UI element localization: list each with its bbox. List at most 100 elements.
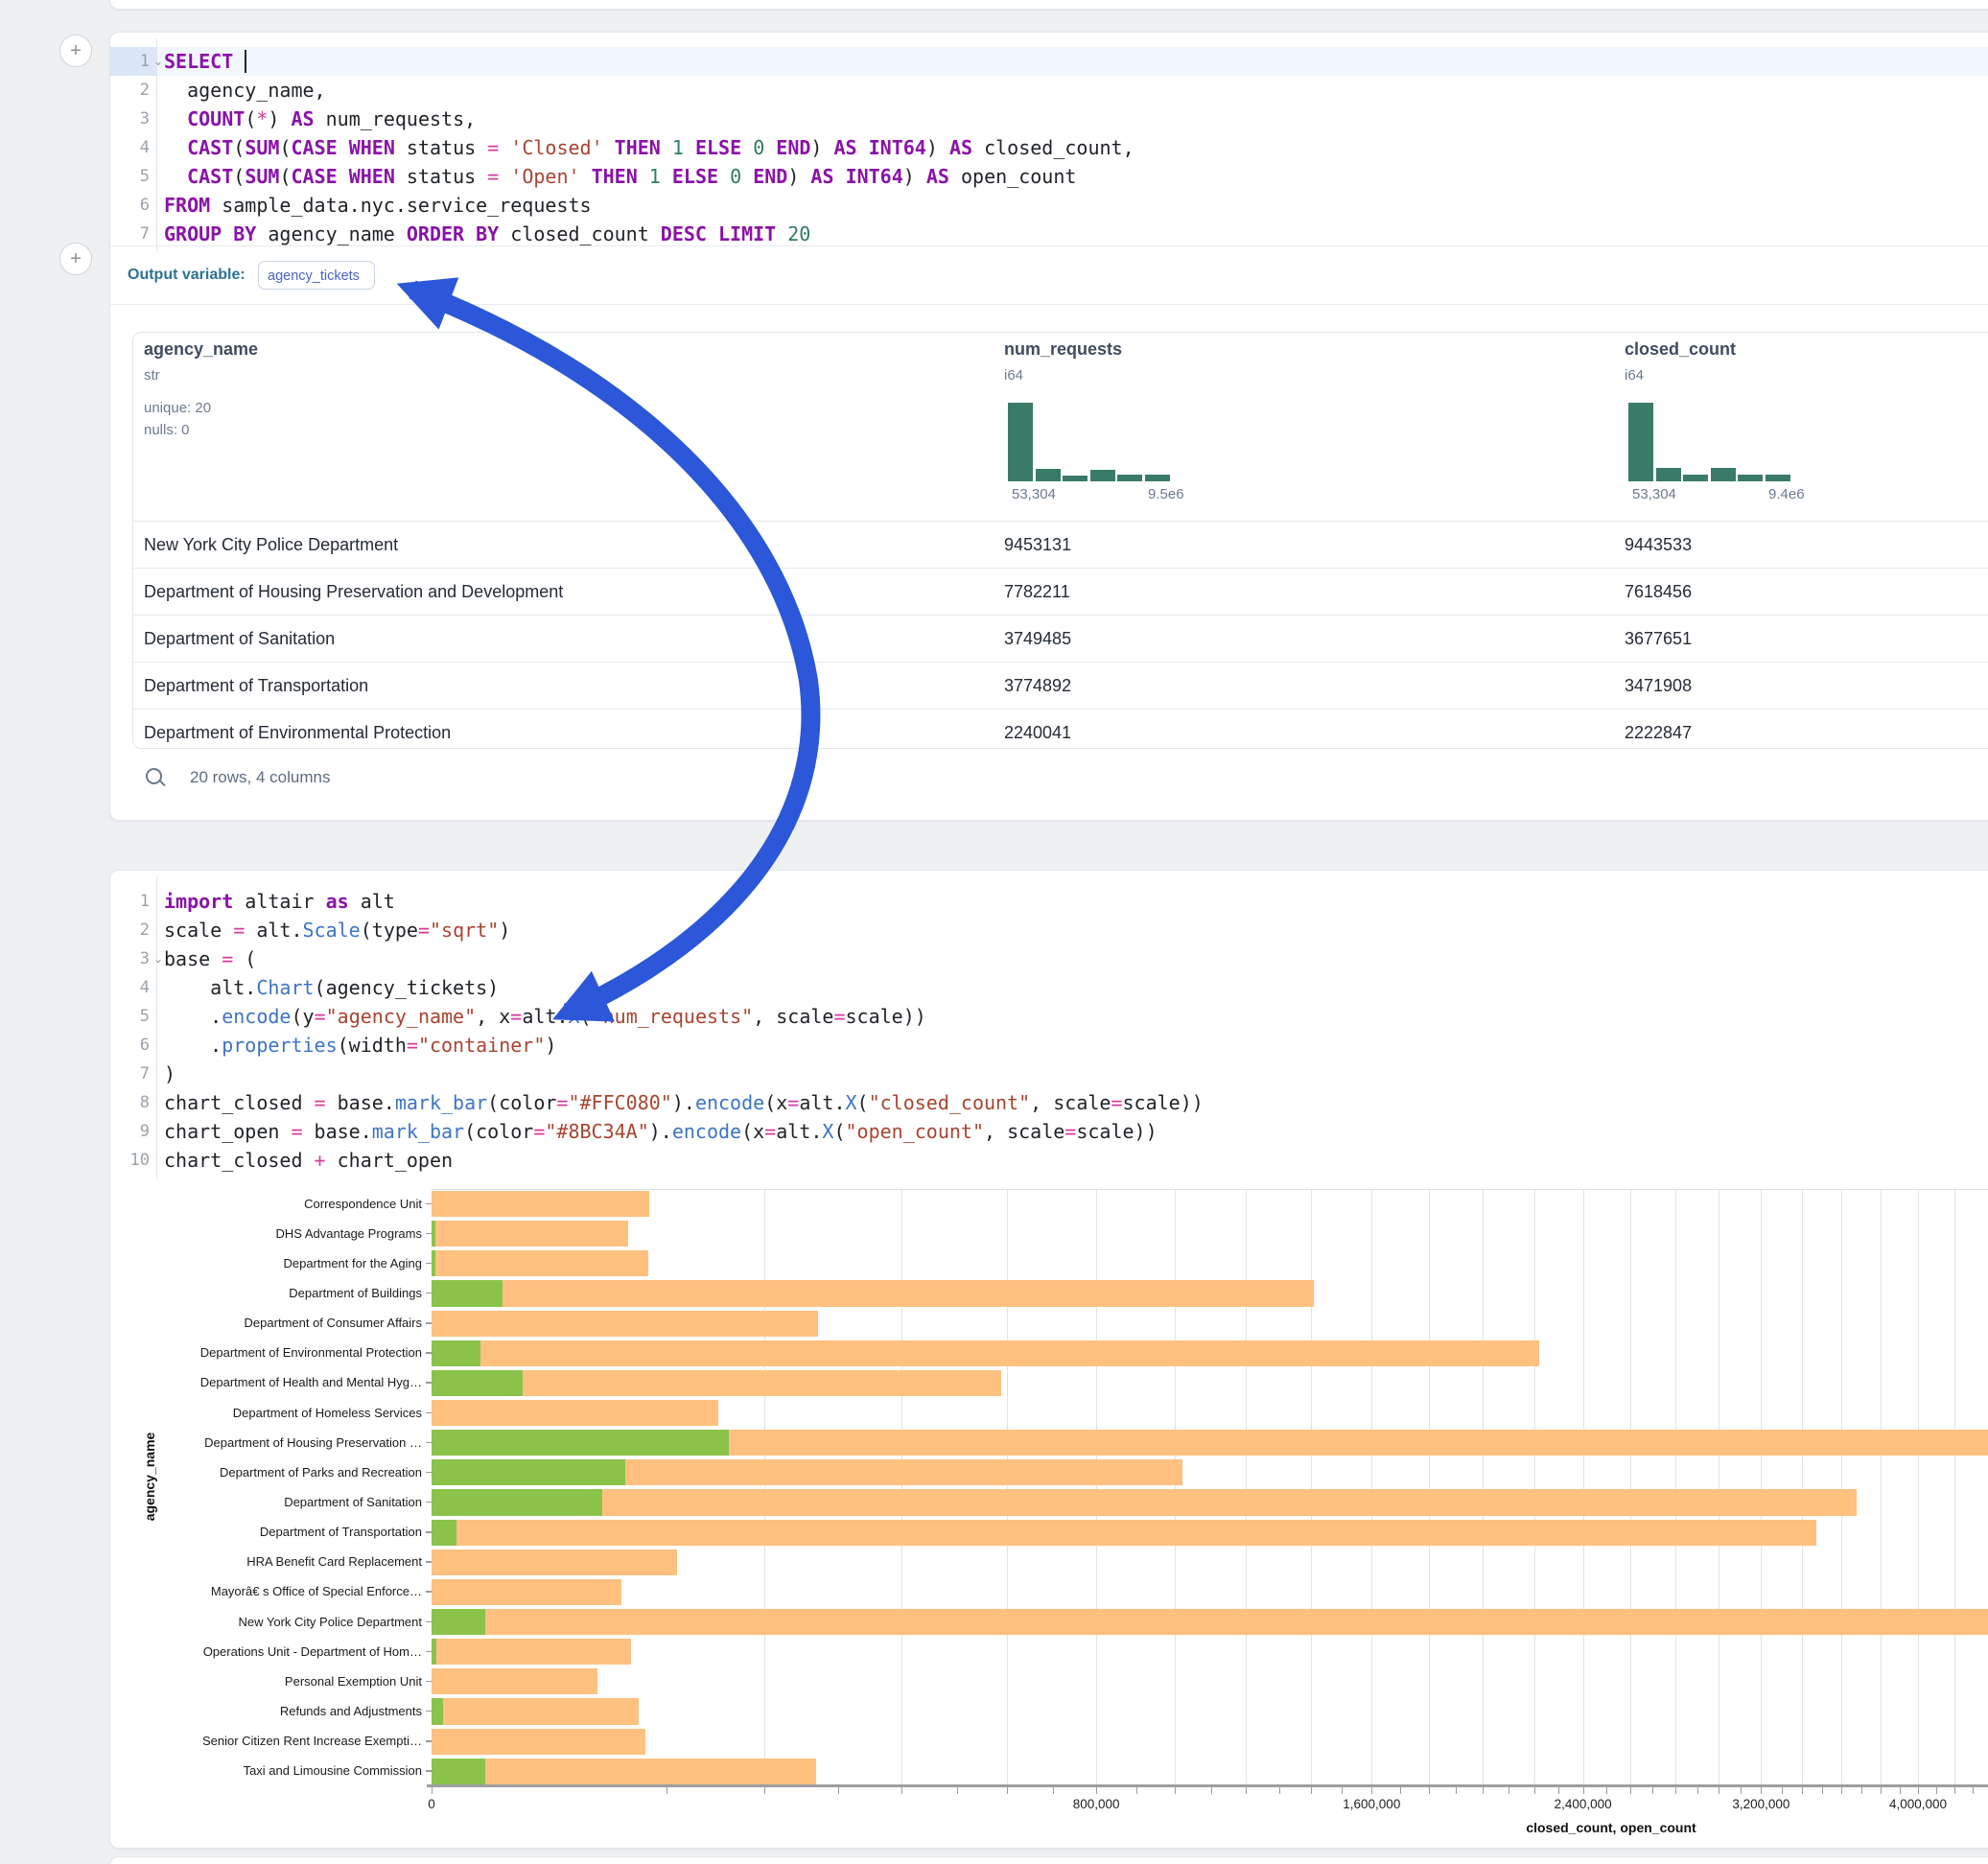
- code-token: =: [533, 1120, 545, 1143]
- code-line[interactable]: 6 .properties(width="container"): [110, 1031, 1988, 1060]
- code-token: ).: [672, 1091, 695, 1114]
- python-cell-card: 1import altair as alt2scale = alt.Scale(…: [109, 870, 1988, 1849]
- code-token: encode: [672, 1120, 741, 1143]
- code-token: status: [395, 165, 487, 188]
- code-line[interactable]: 7GROUP BY agency_name ORDER BY closed_co…: [110, 220, 1988, 248]
- code-token: import: [164, 890, 233, 913]
- code-line[interactable]: 1⌄SELECT: [110, 47, 1988, 76]
- code-token: Chart: [256, 976, 314, 999]
- python-editor[interactable]: 1import altair as alt2scale = alt.Scale(…: [110, 871, 1988, 1179]
- code-token: =: [1064, 1120, 1076, 1143]
- output-variable-chip[interactable]: agency_tickets: [258, 261, 375, 290]
- histogram-max-label: 9.4e6: [1768, 486, 1805, 502]
- code-token: 'Open': [510, 165, 579, 188]
- code-token: ): [787, 165, 810, 188]
- line-number: 7: [110, 1060, 150, 1088]
- code-token: [661, 165, 672, 188]
- code-text: chart_closed + chart_open: [164, 1146, 453, 1175]
- code-token: X: [846, 1091, 857, 1114]
- value-cell: 3471908: [1625, 663, 1692, 710]
- code-token: (agency_tickets): [315, 976, 500, 999]
- sql-editor[interactable]: 1⌄SELECT 2 agency_name,3 COUNT(*) AS num…: [110, 33, 1988, 245]
- code-token: (x: [741, 1120, 764, 1143]
- value-cell: 3677651: [1625, 616, 1692, 663]
- code-line[interactable]: 2 agency_name,: [110, 76, 1988, 105]
- code-token: chart_closed: [164, 1149, 315, 1172]
- code-token: , scale: [984, 1120, 1064, 1143]
- code-token: , scale: [1030, 1091, 1111, 1114]
- code-token: =: [315, 1091, 326, 1114]
- histogram-bar: [1090, 470, 1115, 481]
- table-row[interactable]: Department of Environmental Protection22…: [133, 709, 1988, 749]
- value-cell: 2240041: [1004, 710, 1071, 749]
- code-token: agency_name,: [164, 79, 326, 102]
- code-token: "num_requests": [592, 1005, 754, 1028]
- code-token: altair: [233, 890, 325, 913]
- fold-chevron-icon[interactable]: ⌄: [153, 47, 163, 76]
- code-token: [164, 107, 187, 130]
- code-token: encode: [695, 1091, 764, 1114]
- code-token: ): [268, 107, 291, 130]
- code-line[interactable]: 5 CAST(SUM(CASE WHEN status = 'Open' THE…: [110, 162, 1988, 191]
- code-line[interactable]: 10chart_closed + chart_open: [110, 1146, 1988, 1175]
- code-token: THEN: [592, 165, 638, 188]
- code-line[interactable]: 4 CAST(SUM(CASE WHEN status = 'Closed' T…: [110, 133, 1988, 162]
- code-line[interactable]: 6FROM sample_data.nyc.service_requests: [110, 191, 1988, 220]
- code-token: 1: [672, 136, 684, 159]
- code-token: END: [753, 165, 787, 188]
- code-token: ELSE: [672, 165, 718, 188]
- code-token: [741, 165, 753, 188]
- table-row[interactable]: Department of Housing Preservation and D…: [133, 568, 1988, 616]
- agency-name-cell: New York City Police Department: [144, 522, 398, 569]
- code-line[interactable]: 4 alt.Chart(agency_tickets): [110, 973, 1988, 1002]
- code-token: "container": [418, 1034, 545, 1057]
- column-header[interactable]: num_requests: [1004, 339, 1122, 360]
- code-token: =: [315, 1005, 326, 1028]
- code-text: .properties(width="container"): [164, 1031, 556, 1060]
- code-token: , x: [476, 1005, 510, 1028]
- code-token: ): [810, 136, 833, 159]
- column-header[interactable]: agency_name: [144, 339, 258, 360]
- code-token: AS: [949, 136, 972, 159]
- add-cell-button-top[interactable]: +: [59, 35, 92, 67]
- code-line[interactable]: 3⌄base = (: [110, 944, 1988, 973]
- code-line[interactable]: 8chart_closed = base.mark_bar(color="#FF…: [110, 1088, 1988, 1117]
- line-number: 7: [110, 220, 150, 248]
- histogram-bar: [1008, 403, 1033, 481]
- code-token: [499, 165, 510, 188]
- code-line[interactable]: 7): [110, 1060, 1988, 1088]
- code-line[interactable]: 3 COUNT(*) AS num_requests,: [110, 105, 1988, 133]
- code-token: 1: [649, 165, 661, 188]
- code-token: AS: [292, 107, 315, 130]
- code-token: [857, 136, 869, 159]
- histogram-min-label: 53,304: [1012, 486, 1056, 502]
- code-token: "#8BC34A": [545, 1120, 648, 1143]
- fold-chevron-icon[interactable]: ⌄: [153, 944, 163, 973]
- code-line[interactable]: 2scale = alt.Scale(type="sqrt"): [110, 916, 1988, 944]
- code-token: END: [776, 136, 810, 159]
- table-row[interactable]: Department of Transportation377489234719…: [133, 662, 1988, 710]
- value-cell: 3749485: [1004, 616, 1071, 663]
- code-token: (: [233, 947, 256, 970]
- line-number: 4: [110, 133, 150, 162]
- code-token: =: [418, 919, 430, 942]
- add-cell-button-output[interactable]: +: [59, 243, 92, 275]
- code-text: scale = alt.Scale(type="sqrt"): [164, 916, 510, 944]
- code-token: [661, 136, 672, 159]
- histogram-bar: [1628, 403, 1653, 481]
- notebook-page: + + 1⌄SELECT 2 agency_name,3 COUNT(*) AS…: [0, 0, 1988, 1864]
- code-token: SELECT: [164, 50, 233, 73]
- code-token: =: [510, 1005, 522, 1028]
- code-token: "closed_count": [869, 1091, 1031, 1114]
- code-line[interactable]: 5 .encode(y="agency_name", x=alt.X("num_…: [110, 1002, 1988, 1031]
- sql-cell-card: 1⌄SELECT 2 agency_name,3 COUNT(*) AS num…: [109, 32, 1988, 821]
- table-row[interactable]: Department of Sanitation37494853677651: [133, 615, 1988, 663]
- code-token: +: [315, 1149, 326, 1172]
- code-line[interactable]: 1import altair as alt: [110, 887, 1988, 916]
- code-token: AS: [810, 165, 833, 188]
- table-row[interactable]: New York City Police Department945313194…: [133, 521, 1988, 569]
- code-line[interactable]: 9chart_open = base.mark_bar(color="#8BC3…: [110, 1117, 1988, 1146]
- result-table: agency_namestrunique: 20nulls: 0num_requ…: [132, 332, 1988, 749]
- line-number: 6: [110, 191, 150, 220]
- column-header[interactable]: closed_count: [1625, 339, 1736, 360]
